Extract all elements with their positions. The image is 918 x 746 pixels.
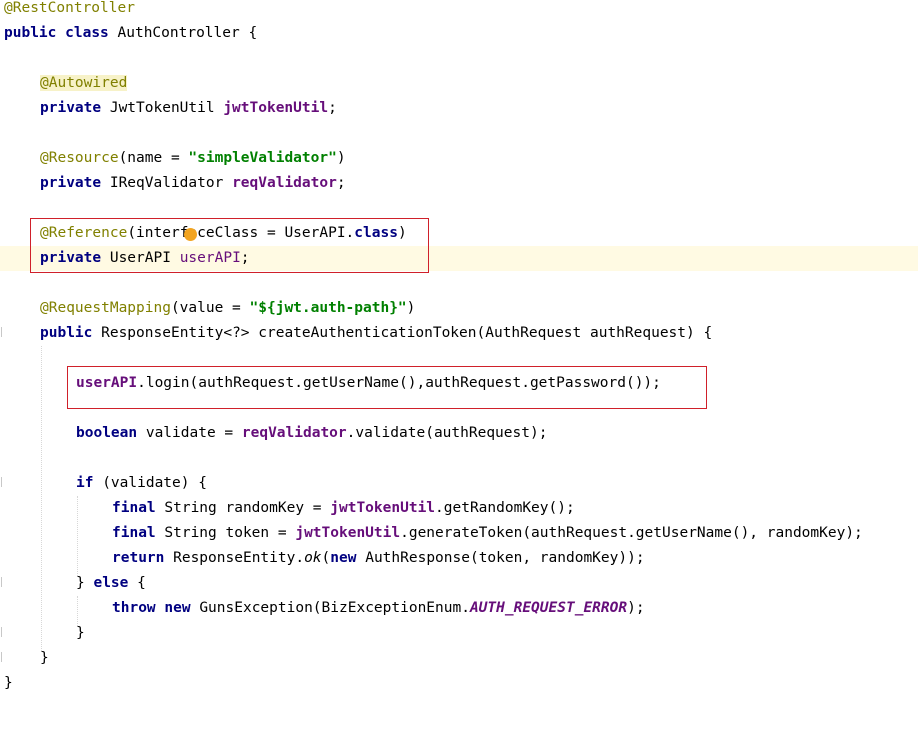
punctuation: ) (336, 150, 346, 166)
brace: { (128, 575, 146, 591)
code-line-18[interactable]: boolean validate = reqValidator.validate… (0, 421, 918, 446)
keyword: boolean (76, 425, 138, 441)
code-line-14[interactable]: public ResponseEntity<?> createAuthentic… (0, 321, 918, 346)
method-call: .getRandomKey(); (435, 500, 575, 516)
type-name: JwtTokenUtil (101, 100, 224, 116)
punctuation: ); (627, 600, 645, 616)
keyword: class (65, 25, 109, 41)
annotation-autowired: @Autowired (40, 75, 128, 91)
code-line-23[interactable]: return ResponseEntity.ok(new AuthRespons… (0, 546, 918, 571)
variable-declaration: validate = (137, 425, 242, 441)
code-line-22[interactable]: final String token = jwtTokenUtil.genera… (0, 521, 918, 546)
enum-constant: AUTH_REQUEST_ERROR (469, 600, 628, 616)
keyword: throw (112, 600, 156, 616)
code-editor[interactable]: @RestController public class AuthControl… (0, 0, 918, 710)
keyword: final (112, 500, 156, 516)
code-line-5[interactable]: private JwtTokenUtil jwtTokenUtil; (0, 96, 918, 121)
brace: } (76, 625, 85, 641)
highlight-box-login-call (67, 366, 707, 409)
method-signature: ResponseEntity<?> createAuthenticationTo… (92, 325, 713, 341)
code-line-25[interactable]: throw new GunsException(BizExceptionEnum… (0, 596, 918, 621)
keyword: new (330, 550, 357, 566)
constructor-call: AuthResponse(token, randomKey)); (356, 550, 645, 566)
highlight-box-reference (30, 218, 429, 273)
keyword: else (93, 575, 129, 591)
static-method: ok (304, 550, 322, 566)
code-line-2[interactable]: public class AuthController { (0, 21, 918, 46)
code-line-13[interactable]: @RequestMapping(value = "${jwt.auth-path… (0, 296, 918, 321)
condition: (validate) { (93, 475, 207, 491)
keyword: if (76, 475, 94, 491)
field-name: jwtTokenUtil (295, 525, 401, 541)
variable-declaration: String randomKey = (155, 500, 331, 516)
string-literal: "simpleValidator" (188, 150, 337, 166)
code-line-8[interactable]: private IReqValidator reqValidator; (0, 171, 918, 196)
code-line-28[interactable]: } (0, 671, 918, 696)
method-call: .generateToken(authRequest.getUserName()… (400, 525, 863, 541)
brace: } (40, 650, 49, 666)
code-line-24[interactable]: } else { (0, 571, 918, 596)
keyword: final (112, 525, 156, 541)
code-line-21[interactable]: final String randomKey = jwtTokenUtil.ge… (0, 496, 918, 521)
annotation-resource: @Resource (40, 150, 119, 166)
constructor-call: GunsException(BizExceptionEnum. (190, 600, 470, 616)
field-name: jwtTokenUtil (223, 100, 329, 116)
string-literal: "${jwt.auth-path}" (249, 300, 407, 316)
brace: } (76, 575, 94, 591)
brace: } (4, 675, 13, 691)
keyword: new (164, 600, 191, 616)
field-name: reqValidator (241, 425, 347, 441)
punctuation: ; (328, 100, 337, 116)
keyword: return (112, 550, 165, 566)
code-line-1[interactable]: @RestController (0, 0, 918, 21)
method-call: .validate(authRequest); (346, 425, 548, 441)
keyword: private (40, 175, 102, 191)
annotation-args: (name = (118, 150, 189, 166)
class-declaration: AuthController { (108, 25, 258, 41)
annotation-request-mapping: @RequestMapping (40, 300, 171, 316)
keyword: private (40, 100, 102, 116)
punctuation: ; (336, 175, 346, 191)
variable-declaration: String token = (155, 525, 296, 541)
code-line-26[interactable]: } (0, 621, 918, 646)
keyword: public (40, 325, 93, 341)
code-line-4[interactable]: @Autowired (0, 71, 918, 96)
annotation-args: (value = (170, 300, 250, 316)
type-name: ResponseEntity. (164, 550, 305, 566)
code-line-7[interactable]: @Resource(name = "simpleValidator") (0, 146, 918, 171)
keyword: public (4, 25, 57, 41)
punctuation: ( (321, 550, 331, 566)
field-name: reqValidator (232, 175, 337, 191)
annotation-rest-controller: @RestController (4, 0, 135, 16)
punctuation: ) (406, 300, 416, 316)
field-name: jwtTokenUtil (330, 500, 436, 516)
code-line-27[interactable]: } (0, 646, 918, 671)
code-line-20[interactable]: if (validate) { (0, 471, 918, 496)
type-name: IReqValidator (101, 175, 233, 191)
